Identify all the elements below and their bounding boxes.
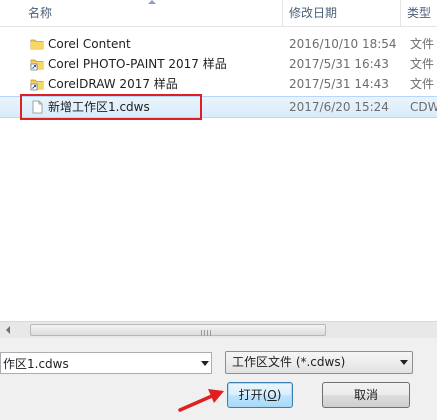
open-button-label-close: ) — [276, 388, 282, 402]
file-type-selected: 工作区文件 (*.cdws) — [232, 355, 346, 369]
column-header-row: 名称 修改日期 类型 — [0, 0, 437, 27]
cancel-button[interactable]: 取消 — [322, 382, 410, 408]
file-list[interactable]: 名称 修改日期 类型 Corel Content 2016/10/10 18:5… — [0, 0, 437, 338]
scrollbar-thumb[interactable] — [30, 324, 326, 336]
scroll-left-icon[interactable] — [6, 326, 10, 334]
file-name-combobox[interactable] — [0, 352, 212, 374]
file-modified: 2017/6/20 15:24 — [289, 100, 389, 114]
open-button-accelerator: O — [267, 388, 277, 402]
file-name: Corel Content — [48, 37, 131, 51]
file-type: CDW — [410, 100, 437, 114]
file-type: 文件 — [410, 57, 435, 71]
red-pointer-arrow-icon — [178, 389, 224, 412]
file-row-photo-paint-samples[interactable]: Corel PHOTO-PAINT 2017 样品 2017/5/31 16:4… — [0, 54, 437, 74]
file-modified: 2016/10/10 18:54 — [289, 37, 397, 51]
file-type: 文件 — [410, 77, 435, 91]
file-row-corel-content[interactable]: Corel Content 2016/10/10 18:54 文件 — [0, 34, 437, 54]
file-row-coreldraw-samples[interactable]: CorelDRAW 2017 样品 2017/5/31 14:43 文件 — [0, 74, 437, 94]
file-name: Corel PHOTO-PAINT 2017 样品 — [48, 57, 227, 71]
folder-icon — [30, 39, 44, 50]
file-type: 文件 — [410, 37, 435, 51]
column-header-name[interactable]: 名称 — [22, 0, 52, 26]
folder-shortcut-icon — [30, 79, 44, 91]
sort-ascending-icon — [148, 0, 156, 4]
file-modified: 2017/5/31 14:43 — [289, 77, 389, 91]
file-icon — [32, 100, 43, 114]
column-header-type[interactable]: 类型 — [401, 0, 431, 26]
file-type-select[interactable]: 工作区文件 (*.cdws) — [225, 351, 413, 374]
scrollbar-grip-icon — [201, 330, 211, 336]
chevron-down-icon[interactable] — [201, 361, 209, 366]
file-modified: 2017/5/31 16:43 — [289, 57, 389, 71]
file-name: CorelDRAW 2017 样品 — [48, 77, 178, 91]
chevron-down-icon[interactable] — [400, 360, 408, 365]
file-name: 新增工作区1.cdws — [48, 100, 150, 114]
open-button-label: 打开( — [238, 388, 268, 402]
horizontal-scrollbar[interactable] — [0, 321, 437, 338]
open-button[interactable]: 打开(O) — [227, 382, 293, 408]
column-header-modified[interactable]: 修改日期 — [283, 0, 337, 26]
file-row-workspace-cdws[interactable]: 新增工作区1.cdws 2017/6/20 15:24 CDW — [0, 96, 437, 118]
folder-shortcut-icon — [30, 59, 44, 71]
file-name-input[interactable] — [1, 353, 195, 373]
